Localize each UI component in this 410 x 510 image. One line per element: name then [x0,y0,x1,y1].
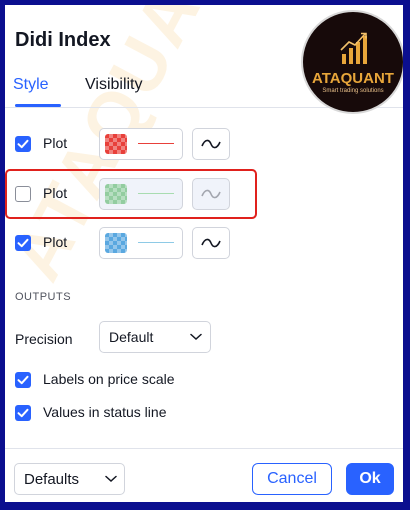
plot-3-color-picker[interactable] [99,227,183,259]
wave-line-icon [201,238,221,248]
logo-tagline: Smart trading solutions [322,88,384,94]
checkmark-icon [17,238,29,248]
plot-3-checkbox[interactable] [15,235,31,251]
checkmark-icon [17,139,29,149]
bar-chart-arrow-icon [340,32,367,64]
plot-1-style-button[interactable] [192,128,230,160]
plot-1-color-swatch [105,134,127,154]
wave-line-icon [201,139,221,149]
chevron-down-icon [190,333,202,341]
defaults-label: Defaults [24,471,80,488]
indicator-settings-dialog: ATAQUANT Didi Index Style Visibility Plo… [5,5,403,502]
highlight-box [5,169,257,219]
values-in-status-line-checkbox[interactable] [15,405,31,421]
labels-on-price-scale-checkbox[interactable] [15,372,31,388]
tab-style[interactable]: Style [13,76,49,94]
plot-1-label: Plot [43,135,68,151]
ok-button[interactable]: Ok [346,463,394,495]
plot-row-3: Plot [5,225,403,261]
checkmark-icon [17,408,29,418]
labels-on-price-scale-label: Labels on price scale [43,371,175,387]
defaults-dropdown[interactable]: Defaults [14,463,125,495]
active-tab-indicator [15,104,61,107]
cancel-button[interactable]: Cancel [252,463,332,495]
ataquant-logo: ATAQUANT Smart trading solutions [301,10,403,114]
plot-3-color-swatch [105,233,127,253]
plot-1-color-picker[interactable] [99,128,183,160]
chevron-down-icon [105,475,117,483]
values-in-status-line-label: Values in status line [43,404,167,420]
plot-3-label: Plot [43,234,68,250]
labels-on-price-scale-row: Labels on price scale [5,362,403,398]
values-in-status-line-row: Values in status line [5,395,403,431]
outputs-section-label: OUTPUTS [15,291,72,303]
precision-select[interactable]: Default [99,321,211,353]
logo-name: ATAQUANT [312,70,394,87]
dialog-title: Didi Index [15,29,111,51]
precision-label: Precision [15,331,73,347]
checkmark-icon [17,375,29,385]
plot-row-1: Plot [5,126,403,162]
tab-visibility[interactable]: Visibility [85,76,143,94]
plot-3-line-preview [138,242,174,243]
plot-1-line-preview [138,143,174,144]
precision-value: Default [109,329,154,345]
plot-3-style-button[interactable] [192,227,230,259]
footer-divider [5,448,403,449]
plot-1-checkbox[interactable] [15,136,31,152]
